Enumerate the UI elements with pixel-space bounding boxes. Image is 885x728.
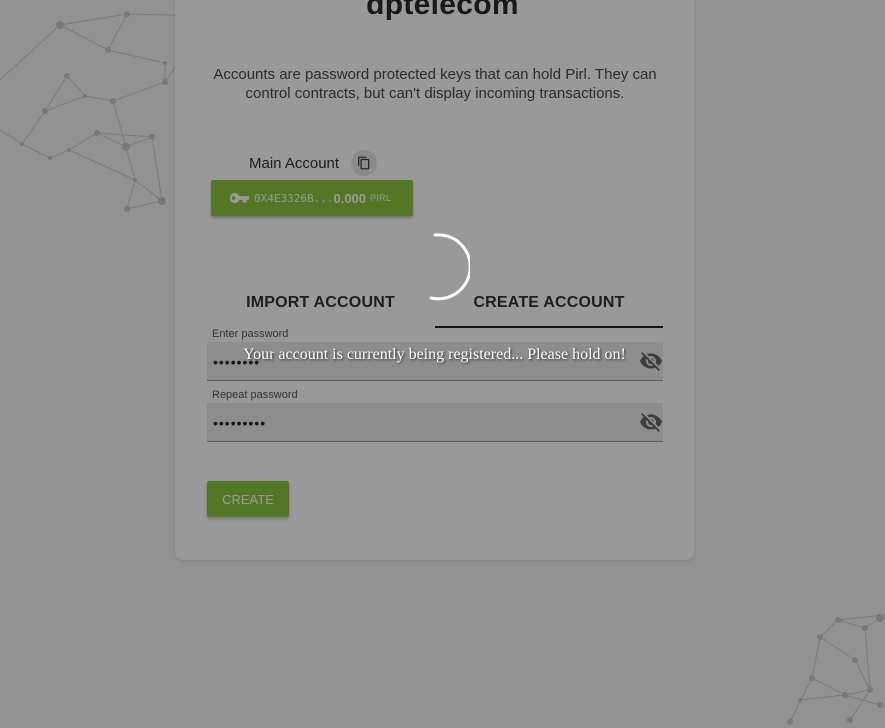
loading-overlay bbox=[0, 0, 885, 728]
loading-message: Your account is currently being register… bbox=[243, 346, 626, 363]
loading-spinner-icon bbox=[429, 233, 470, 301]
